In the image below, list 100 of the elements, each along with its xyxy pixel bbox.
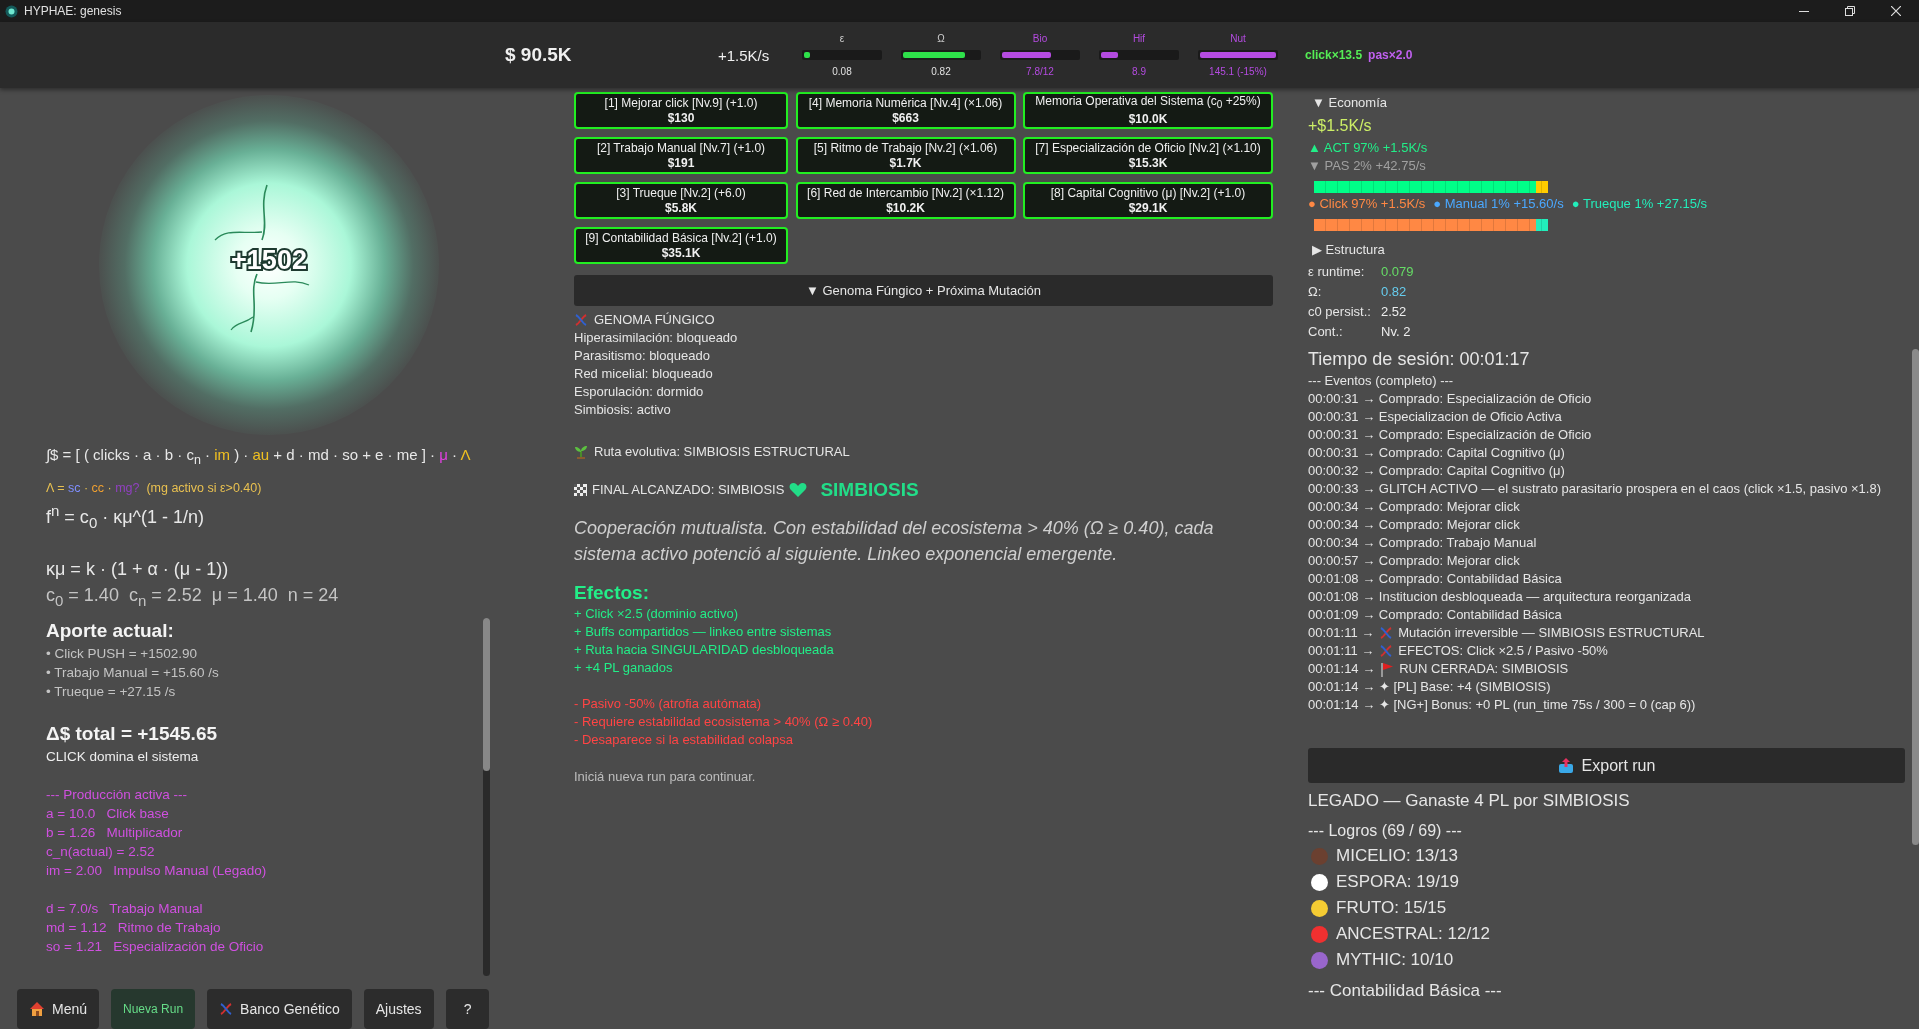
effect-line: + +4 PL ganados bbox=[574, 659, 674, 677]
event-line: 00:00:32 → Comprado: Capital Cognitivo (μ) bbox=[1308, 462, 1566, 480]
export-run-button[interactable]: Export run bbox=[1308, 748, 1905, 783]
section-heading: --- Contabilidad Básica --- bbox=[1308, 980, 1503, 1002]
production-line: so = 1.21 Especialización de Oficio bbox=[46, 937, 265, 956]
stat-value: 0.82 bbox=[1381, 283, 1408, 301]
dominance-note: CLICK domina el sistema bbox=[46, 747, 200, 766]
export-icon bbox=[1557, 757, 1574, 774]
event-line: 00:00:34 → Comprado: Trabajo Manual bbox=[1308, 534, 1538, 552]
meter-label: Hif bbox=[1132, 31, 1146, 46]
scrollbar[interactable] bbox=[483, 617, 490, 976]
upgrade-button[interactable]: [9] Contabilidad Básica [Nv.2] (+1.0) $35.1K bbox=[574, 227, 788, 264]
event-line: 00:00:57 → Comprado: Mejorar click bbox=[1308, 552, 1521, 570]
scrollbar-thumb[interactable] bbox=[1912, 349, 1919, 845]
gene-bank-button[interactable]: Banco Genético bbox=[207, 989, 352, 1029]
upgrade-button[interactable]: [7] Especialización de Oficio [Nv.2] (×1.10) $15.3K bbox=[1023, 137, 1273, 174]
formula-line: c$_{0}$ = 1.40 c$_{n}$ = 2.52 μ = 1.40 n = 24 bbox=[46, 584, 340, 611]
meter-reading: 0.08 bbox=[832, 64, 852, 79]
stat-value: Nv. 2 bbox=[1381, 323, 1412, 341]
glowing-orb[interactable]: +1502 bbox=[99, 94, 439, 435]
production-line: md = 1.12 Ritmo de Trabajo bbox=[46, 918, 222, 937]
meter-label: Ω bbox=[937, 31, 945, 46]
active-income: ▲ ACT 97% +1.5K/s bbox=[1308, 139, 1429, 157]
meter-reading: 0.82 bbox=[931, 64, 951, 79]
session-time: Tiempo de sesión: 00:01:17 bbox=[1308, 348, 1531, 371]
event-line: 00:01:08 → Institucion desbloqueada — arquitectura reorganizada bbox=[1308, 588, 1693, 606]
event-line: 00:00:31 → Comprado: Capital Cognitivo (μ) bbox=[1308, 444, 1566, 462]
upgrade-button[interactable]: [1] Mejorar click [Nv.9] (+1.0) $130 bbox=[574, 92, 788, 129]
panel-button[interactable]: Ajustes bbox=[363, 989, 434, 1029]
upgrade-button[interactable]: [3] Trueque [Nv.2] (+6.0) $5.8K bbox=[574, 182, 788, 219]
flag-icon bbox=[1380, 661, 1395, 677]
structure-toggle[interactable]: ▶ Estructura bbox=[1308, 241, 1385, 259]
event-line: 00:01:14 → ✦ [PL] Base: +4 (SIMBIOSIS) bbox=[1308, 678, 1552, 696]
meter-label: ε bbox=[839, 31, 845, 46]
upgrade-button[interactable]: [2] Trabajo Manual [Nv.7] (+1.0) $191 bbox=[574, 137, 788, 174]
scrollbar-thumb[interactable] bbox=[483, 617, 490, 771]
events-heading: --- Eventos (completo) --- bbox=[1308, 372, 1455, 390]
achievement-count: ESPORA: 19/19 bbox=[1336, 871, 1459, 893]
source-label: ● Manual 1% +15.60/s bbox=[1433, 195, 1564, 213]
dna-icon bbox=[219, 1002, 234, 1016]
source-label: ● Click 97% +1.5K/s bbox=[1308, 195, 1426, 213]
formula-line: f$^{n}$ = c$_{0}$ · κμ^(1 - 1/n) bbox=[46, 501, 206, 534]
new-run-button[interactable]: Nueva Run bbox=[111, 989, 196, 1029]
upgrade-button[interactable]: [5] Ritmo de Trabajo [Nv.2] (×1.06) $1.7K bbox=[795, 137, 1016, 174]
production-heading: --- Producción activa --- bbox=[46, 785, 189, 804]
event-line: 00:00:31 → Especializacion de Oficio Activa bbox=[1308, 408, 1563, 426]
economy-toggle[interactable]: ▼ Economía bbox=[1308, 94, 1387, 112]
meter-label: Nut bbox=[1230, 31, 1246, 46]
penalty-line: - Requiere estabilidad ecosistema > 40% (Ω ≥ 0.40) bbox=[574, 713, 874, 731]
stat-label: c0 persist.: bbox=[1308, 303, 1372, 321]
effects-heading: Efectos: bbox=[574, 581, 650, 605]
upgrade-button[interactable]: [4] Memoria Numérica [Nv.4] (×1.06) $663 bbox=[795, 92, 1016, 129]
evolution-route: Ruta evolutiva: SIMBIOSIS ESTRUCTURAL bbox=[594, 443, 850, 461]
achievement-count: ANCESTRAL: 12/12 bbox=[1336, 923, 1490, 945]
source-label: ● Trueque 1% +27.15/s bbox=[1571, 195, 1708, 213]
event-line: 00:00:31 → Comprado: Especialización de Oficio bbox=[1308, 390, 1593, 408]
formula-line: Λ = sc · cc · mg? (mg activo si ε>0.40) bbox=[46, 480, 263, 498]
ending-description: Cooperación mutualista. Con estabilidad del ecosistema > 40% (Ω ≥ 0.40), cada sistema activo potenció al siguiente. Linkeo exponencial emergente. bbox=[574, 517, 1215, 566]
event-line: 00:00:31 → Comprado: Especialización de Oficio bbox=[1308, 426, 1593, 444]
achievements-heading: --- Logros (69 / 69) --- bbox=[1308, 821, 1463, 841]
genome-toggle[interactable]: ▼ Genoma Fúngico + Próxima Mutación bbox=[574, 275, 1273, 306]
multiplier-label: click×13.5 bbox=[1305, 48, 1363, 62]
event-line: 00:01:08 → Comprado: Contabilidad Básica bbox=[1308, 570, 1563, 588]
ending-title: SIMBIOSIS bbox=[820, 481, 919, 499]
genome-heading: GENOMA FÚNGICO bbox=[594, 311, 715, 329]
section-heading: Aporte actual: bbox=[46, 618, 175, 643]
click-gain-popup: +1502 bbox=[229, 244, 309, 276]
event-line: 00:00:33 → GLITCH ACTIVO — el sustrato parasitario prospera en el caos (click ×1.5, pasivo ×1.8) bbox=[1308, 480, 1882, 498]
event-line: 00:00:34 → Comprado: Mejorar click bbox=[1308, 498, 1521, 516]
event-text: RUN CERRADA: SIMBIOSIS bbox=[1399, 660, 1569, 678]
production-line: im = 2.00 Impulso Manual (Legado) bbox=[46, 861, 268, 880]
total-value: Δ$ total = +1545.65 bbox=[46, 721, 219, 746]
meter-reading: 8.9 bbox=[1132, 64, 1146, 79]
panel-button[interactable]: ? bbox=[445, 989, 490, 1029]
house-icon bbox=[29, 1001, 45, 1017]
multiplier-label: pas×2.0 bbox=[1368, 48, 1413, 62]
money-amount: $ 90.5K bbox=[505, 44, 573, 66]
heart-icon bbox=[789, 482, 808, 498]
upgrade-button[interactable]: [8] Capital Cognitivo (μ) [Nv.2] (+1.0) $29.1K bbox=[1023, 182, 1273, 219]
close-icon bbox=[1891, 6, 1901, 16]
stat-label: Ω: bbox=[1308, 283, 1323, 301]
formula-line: κμ = k · (1 + α · (μ - 1)) bbox=[46, 558, 230, 582]
event-time: 00:01:14 → bbox=[1308, 660, 1376, 678]
achievement-count: MICELIO: 13/13 bbox=[1336, 845, 1458, 867]
event-time: 00:01:11 → bbox=[1308, 642, 1375, 660]
app-icon bbox=[5, 4, 18, 18]
achievement-count: MYTHIC: 10/10 bbox=[1336, 949, 1454, 971]
formula-line: ∫$ = [ ( clicks · a · b · c$_{n}$ · im ) · au + d · md · so + e · me ] · μ · Λ bbox=[46, 445, 472, 470]
achievement-count: FRUTO: 15/15 bbox=[1336, 897, 1447, 919]
penalty-line: - Pasivo -50% (atrofia autómata) bbox=[574, 695, 763, 713]
upgrade-button[interactable]: Memoria Operativa del Sistema (c$_{0}$ +25%) $10.0K bbox=[1023, 92, 1273, 129]
production-line: b = 1.26 Multiplicador bbox=[46, 823, 184, 842]
restart-hint: Iniciá nueva run para continuar. bbox=[574, 768, 757, 786]
genome-trait: Parasitismo: bloqueado bbox=[574, 347, 711, 365]
event-line: 00:01:09 → Comprado: Contabilidad Básica bbox=[1308, 606, 1563, 624]
menu-button[interactable]: Menú bbox=[17, 989, 100, 1029]
upgrade-button[interactable]: [6] Red de Intercambio [Nv.2] (×1.12) $10.2K bbox=[795, 182, 1016, 219]
production-line: a = 10.0 Click base bbox=[46, 804, 170, 823]
genome-trait: Red micelial: bloqueado bbox=[574, 365, 714, 383]
event-line: 00:01:14 → ✦ [NG+] Bonus: +0 PL (run_time 75s / 300 = 0 (cap 6)) bbox=[1308, 696, 1697, 714]
